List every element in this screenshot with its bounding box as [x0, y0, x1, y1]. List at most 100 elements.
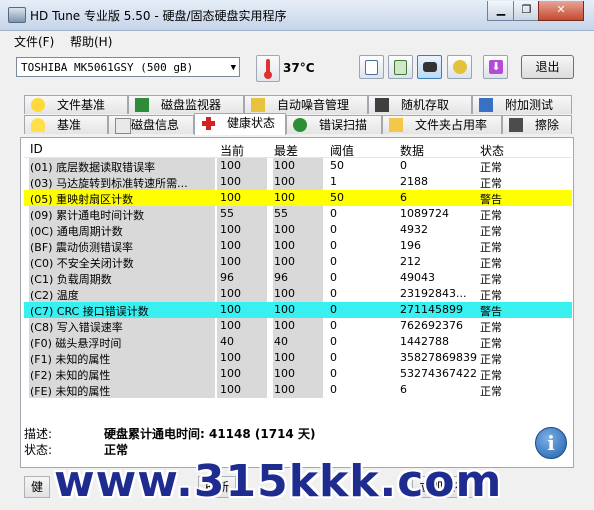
- copy-text-button[interactable]: [388, 55, 413, 79]
- attr-cur-cell: 100: [220, 175, 241, 188]
- tab-aam[interactable]: 自动噪音管理: [244, 95, 368, 114]
- health-log-button[interactable]: 健: [24, 476, 51, 498]
- attr-name-cell: (C8) 写入错误速率: [30, 321, 123, 334]
- tab-error-scan[interactable]: 错误扫描: [286, 115, 382, 134]
- tab-disk-info[interactable]: 磁盘信息: [108, 115, 194, 134]
- table-row[interactable]: (0C) 通电周期计数 100 100 0 4932 正常: [24, 222, 572, 238]
- attr-worst-cell: 100: [274, 303, 295, 316]
- copy-info-button[interactable]: [359, 55, 384, 79]
- col-id[interactable]: ID: [30, 142, 43, 156]
- tab-health[interactable]: 健康状态: [194, 113, 286, 135]
- attr-data-cell: 0: [400, 159, 407, 172]
- attr-thr-cell: 0: [330, 383, 337, 396]
- col-threshold[interactable]: 阈值: [330, 142, 354, 159]
- col-current[interactable]: 当前: [220, 142, 244, 159]
- table-row[interactable]: (C8) 写入错误速率 100 100 0 762692376 正常: [24, 318, 572, 334]
- maximize-button[interactable]: ❐: [513, 1, 540, 21]
- attr-data-cell: 23192843...: [400, 287, 467, 300]
- info-icon[interactable]: i: [535, 427, 567, 459]
- attr-cur-cell: 100: [220, 239, 241, 252]
- tab-benchmark[interactable]: 基准: [24, 115, 108, 134]
- attr-name-cell: (C7) CRC 接口错误计数: [30, 305, 149, 318]
- attr-status-cell: 正常: [480, 289, 502, 302]
- attr-thr-cell: 0: [330, 287, 337, 300]
- screenshot-button[interactable]: [417, 55, 442, 79]
- table-row[interactable]: (05) 重映射扇区计数 100 100 50 6 警告: [24, 190, 572, 206]
- drive-select[interactable]: TOSHIBA MK5061GSY (500 gB) ▼: [16, 57, 240, 77]
- tab-file-benchmark[interactable]: 文件基准: [24, 95, 128, 114]
- table-row[interactable]: (FE) 未知的属性 100 100 0 6 正常: [24, 382, 572, 398]
- title-bar[interactable]: HD Tune 专业版 5.50 - 硬盘/固态硬盘实用程序 ▁ ❐ ✕: [0, 0, 594, 31]
- col-data[interactable]: 数据: [400, 142, 424, 159]
- attr-thr-cell: 0: [330, 335, 337, 348]
- tab-folder-usage[interactable]: 文件夹占用率: [382, 115, 502, 134]
- col-worst[interactable]: 最差: [274, 142, 298, 159]
- col-status[interactable]: 状态: [480, 142, 504, 159]
- tab-random-access[interactable]: 随机存取: [368, 95, 472, 114]
- attr-worst-cell: 40: [274, 335, 288, 348]
- attr-thr-cell: 0: [330, 271, 337, 284]
- attr-cur-cell: 100: [220, 351, 241, 364]
- download-icon: ⬇: [489, 60, 503, 74]
- attr-cur-cell: 100: [220, 287, 241, 300]
- table-row[interactable]: (F1) 未知的属性 100 100 0 35827869839 正常: [24, 350, 572, 366]
- attr-thr-cell: 1: [330, 175, 337, 188]
- benchmark-icon: [31, 118, 45, 132]
- menu-help[interactable]: 帮助(H): [70, 33, 112, 50]
- attr-data-cell: 4932: [400, 223, 428, 236]
- camera-icon: [423, 62, 437, 72]
- table-row[interactable]: (01) 底层数据读取错误率 100 100 50 0 正常: [24, 158, 572, 174]
- attr-name-cell: (C0) 不安全关闭计数: [30, 257, 134, 270]
- menu-file[interactable]: 文件(F): [14, 33, 54, 50]
- health-cross-icon: [201, 116, 215, 130]
- attr-data-cell: 53274367422: [400, 367, 477, 380]
- table-row[interactable]: (C7) CRC 接口错误计数 100 100 0 271145899 警告: [24, 302, 572, 318]
- attr-name-cell: (03) 马达旋转到标准转速所需...: [30, 177, 188, 190]
- download-button[interactable]: ⬇: [483, 55, 508, 79]
- attr-cur-cell: 96: [220, 271, 234, 284]
- attr-cur-cell: 55: [220, 207, 234, 220]
- random-access-icon: [375, 98, 389, 112]
- attr-cur-cell: 100: [220, 223, 241, 236]
- attr-status-cell: 正常: [480, 161, 502, 174]
- table-row[interactable]: (F2) 未知的属性 100 100 0 53274367422 正常: [24, 366, 572, 382]
- attr-name-cell: (C2) 温度: [30, 289, 79, 302]
- attr-cur-cell: 100: [220, 255, 241, 268]
- table-row[interactable]: (C0) 不安全关闭计数 100 100 0 212 正常: [24, 254, 572, 270]
- close-button[interactable]: ✕: [538, 1, 584, 21]
- table-row[interactable]: (09) 累计通电时间计数 55 55 0 1089724 正常: [24, 206, 572, 222]
- app-disk-icon: [8, 7, 26, 23]
- tab-extra-tests[interactable]: 附加测试: [472, 95, 572, 114]
- watermark-text: www.315kkk.com: [54, 456, 503, 507]
- attr-thr-cell: 0: [330, 255, 337, 268]
- attr-data-cell: 6: [400, 191, 407, 204]
- attr-worst-cell: 100: [274, 175, 295, 188]
- table-row[interactable]: (F0) 磁头悬浮时间 40 40 0 1442788 正常: [24, 334, 572, 350]
- attr-status-cell: 正常: [480, 257, 502, 270]
- table-row[interactable]: (BF) 震动侦测错误率 100 100 0 196 正常: [24, 238, 572, 254]
- tab-erase[interactable]: 擦除: [502, 115, 572, 134]
- attr-status-cell: 警告: [480, 305, 502, 318]
- attr-worst-cell: 100: [274, 383, 295, 396]
- attr-worst-cell: 96: [274, 271, 288, 284]
- table-row[interactable]: (03) 马达旋转到标准转速所需... 100 100 1 2188 正常: [24, 174, 572, 190]
- options-button[interactable]: [447, 55, 472, 79]
- window-title: HD Tune 专业版 5.50 - 硬盘/固态硬盘实用程序: [30, 9, 287, 23]
- attr-status-cell: 正常: [480, 337, 502, 350]
- copy-icon: [365, 60, 378, 75]
- attr-cur-cell: 100: [220, 319, 241, 332]
- attr-thr-cell: 0: [330, 367, 337, 380]
- chevron-down-icon: ▼: [230, 63, 236, 73]
- attr-cur-cell: 100: [220, 367, 241, 380]
- exit-button[interactable]: 退出: [521, 55, 574, 79]
- minimize-button[interactable]: ▁: [487, 1, 515, 21]
- attr-name-cell: (FE) 未知的属性: [30, 385, 111, 398]
- tab-disk-monitor[interactable]: 磁盘监视器: [128, 95, 244, 114]
- attr-worst-cell: 55: [274, 207, 288, 220]
- attr-name-cell: (F1) 未知的属性: [30, 353, 111, 366]
- table-row[interactable]: (C1) 负载周期数 96 96 0 49043 正常: [24, 270, 572, 286]
- attr-thr-cell: 0: [330, 223, 337, 236]
- attr-worst-cell: 100: [274, 191, 295, 204]
- attr-name-cell: (F2) 未知的属性: [30, 369, 111, 382]
- table-row[interactable]: (C2) 温度 100 100 0 23192843... 正常: [24, 286, 572, 302]
